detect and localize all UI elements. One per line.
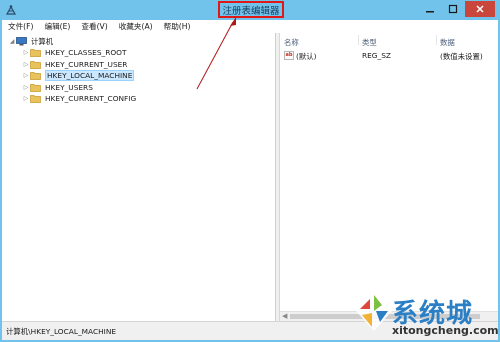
xitongcheng-logo-icon	[356, 291, 392, 331]
string-value-icon: ab	[284, 51, 294, 60]
menu-bar: 文件(F) 编辑(E) 查看(V) 收藏夹(A) 帮助(H)	[2, 20, 498, 33]
menu-file[interactable]: 文件(F)	[8, 21, 33, 32]
tree-item-hkey-current-user[interactable]: ▷ HKEY_CURRENT_USER	[22, 59, 128, 70]
menu-edit[interactable]: 编辑(E)	[44, 21, 70, 32]
value-data: (数值未设置)	[440, 52, 483, 61]
expand-right-icon[interactable]: ▷	[22, 61, 30, 68]
scroll-left-icon[interactable]: ◀	[282, 312, 287, 320]
value-type: REG_SZ	[362, 51, 391, 60]
menu-view[interactable]: 查看(V)	[81, 21, 107, 32]
watermark: 系统城 xitongcheng.com	[352, 289, 500, 342]
column-header-type[interactable]: 类型	[362, 37, 377, 48]
status-path: 计算机\HKEY_LOCAL_MACHINE	[6, 327, 117, 336]
tree-item-hkey-classes-root[interactable]: ▷ HKEY_CLASSES_ROOT	[22, 47, 127, 58]
tree-item-hkey-local-machine[interactable]: ▷ HKEY_LOCAL_MACHINE	[22, 70, 135, 81]
tree-item-label: HKEY_USERS	[45, 83, 93, 92]
expand-right-icon[interactable]: ▷	[22, 84, 30, 91]
value-row[interactable]: ab (默认) REG_SZ (数值未设置)	[280, 50, 498, 61]
folder-icon	[30, 49, 41, 57]
tree-item-label: HKEY_CURRENT_USER	[45, 60, 128, 69]
tree-root-computer[interactable]: ◢ 计算机	[8, 36, 54, 47]
column-header-data[interactable]: 数据	[440, 37, 455, 48]
column-divider[interactable]	[358, 35, 359, 45]
expand-right-icon[interactable]: ▷	[22, 72, 30, 79]
menu-favorites[interactable]: 收藏夹(A)	[119, 21, 153, 32]
expand-right-icon[interactable]: ▷	[22, 49, 30, 56]
minimize-button[interactable]	[419, 1, 441, 17]
value-name: (默认)	[296, 52, 317, 61]
computer-icon	[16, 37, 27, 46]
tree-item-label: HKEY_CURRENT_CONFIG	[45, 94, 137, 103]
folder-icon	[30, 84, 41, 92]
watermark-url: xitongcheng.com	[392, 324, 499, 337]
folder-icon	[30, 95, 41, 103]
tree-root-label: 计算机	[31, 37, 54, 46]
maximize-button[interactable]	[442, 1, 464, 17]
close-button[interactable]	[465, 1, 495, 17]
window-title-highlight: 注册表编辑器	[218, 1, 284, 18]
folder-icon	[30, 72, 41, 80]
values-pane[interactable]: 名称 类型 数据 ab (默认) REG_SZ (数值未设置) ◀	[280, 33, 498, 321]
menu-help[interactable]: 帮助(H)	[164, 21, 191, 32]
title-bar[interactable]: 注册表编辑器	[0, 0, 500, 20]
tree-item-hkey-users[interactable]: ▷ HKEY_USERS	[22, 82, 93, 93]
folder-icon	[30, 61, 41, 69]
tree-item-label: HKEY_LOCAL_MACHINE	[45, 70, 135, 81]
tree-item-hkey-current-config[interactable]: ▷ HKEY_CURRENT_CONFIG	[22, 93, 137, 104]
registry-tree-pane[interactable]: ◢ 计算机 ▷ HKEY_CLASSES_ROOT ▷ HKEY_CURRENT…	[2, 33, 276, 321]
regedit-app-icon	[5, 5, 17, 15]
tree-item-label: HKEY_CLASSES_ROOT	[45, 48, 127, 57]
expand-right-icon[interactable]: ▷	[22, 95, 30, 102]
expand-down-icon[interactable]: ◢	[8, 38, 16, 45]
window-title: 注册表编辑器	[222, 5, 280, 17]
minimize-icon	[426, 11, 434, 13]
maximize-icon	[448, 4, 458, 14]
close-icon	[476, 5, 484, 13]
column-header-name[interactable]: 名称	[284, 37, 299, 48]
column-divider[interactable]	[436, 35, 437, 45]
